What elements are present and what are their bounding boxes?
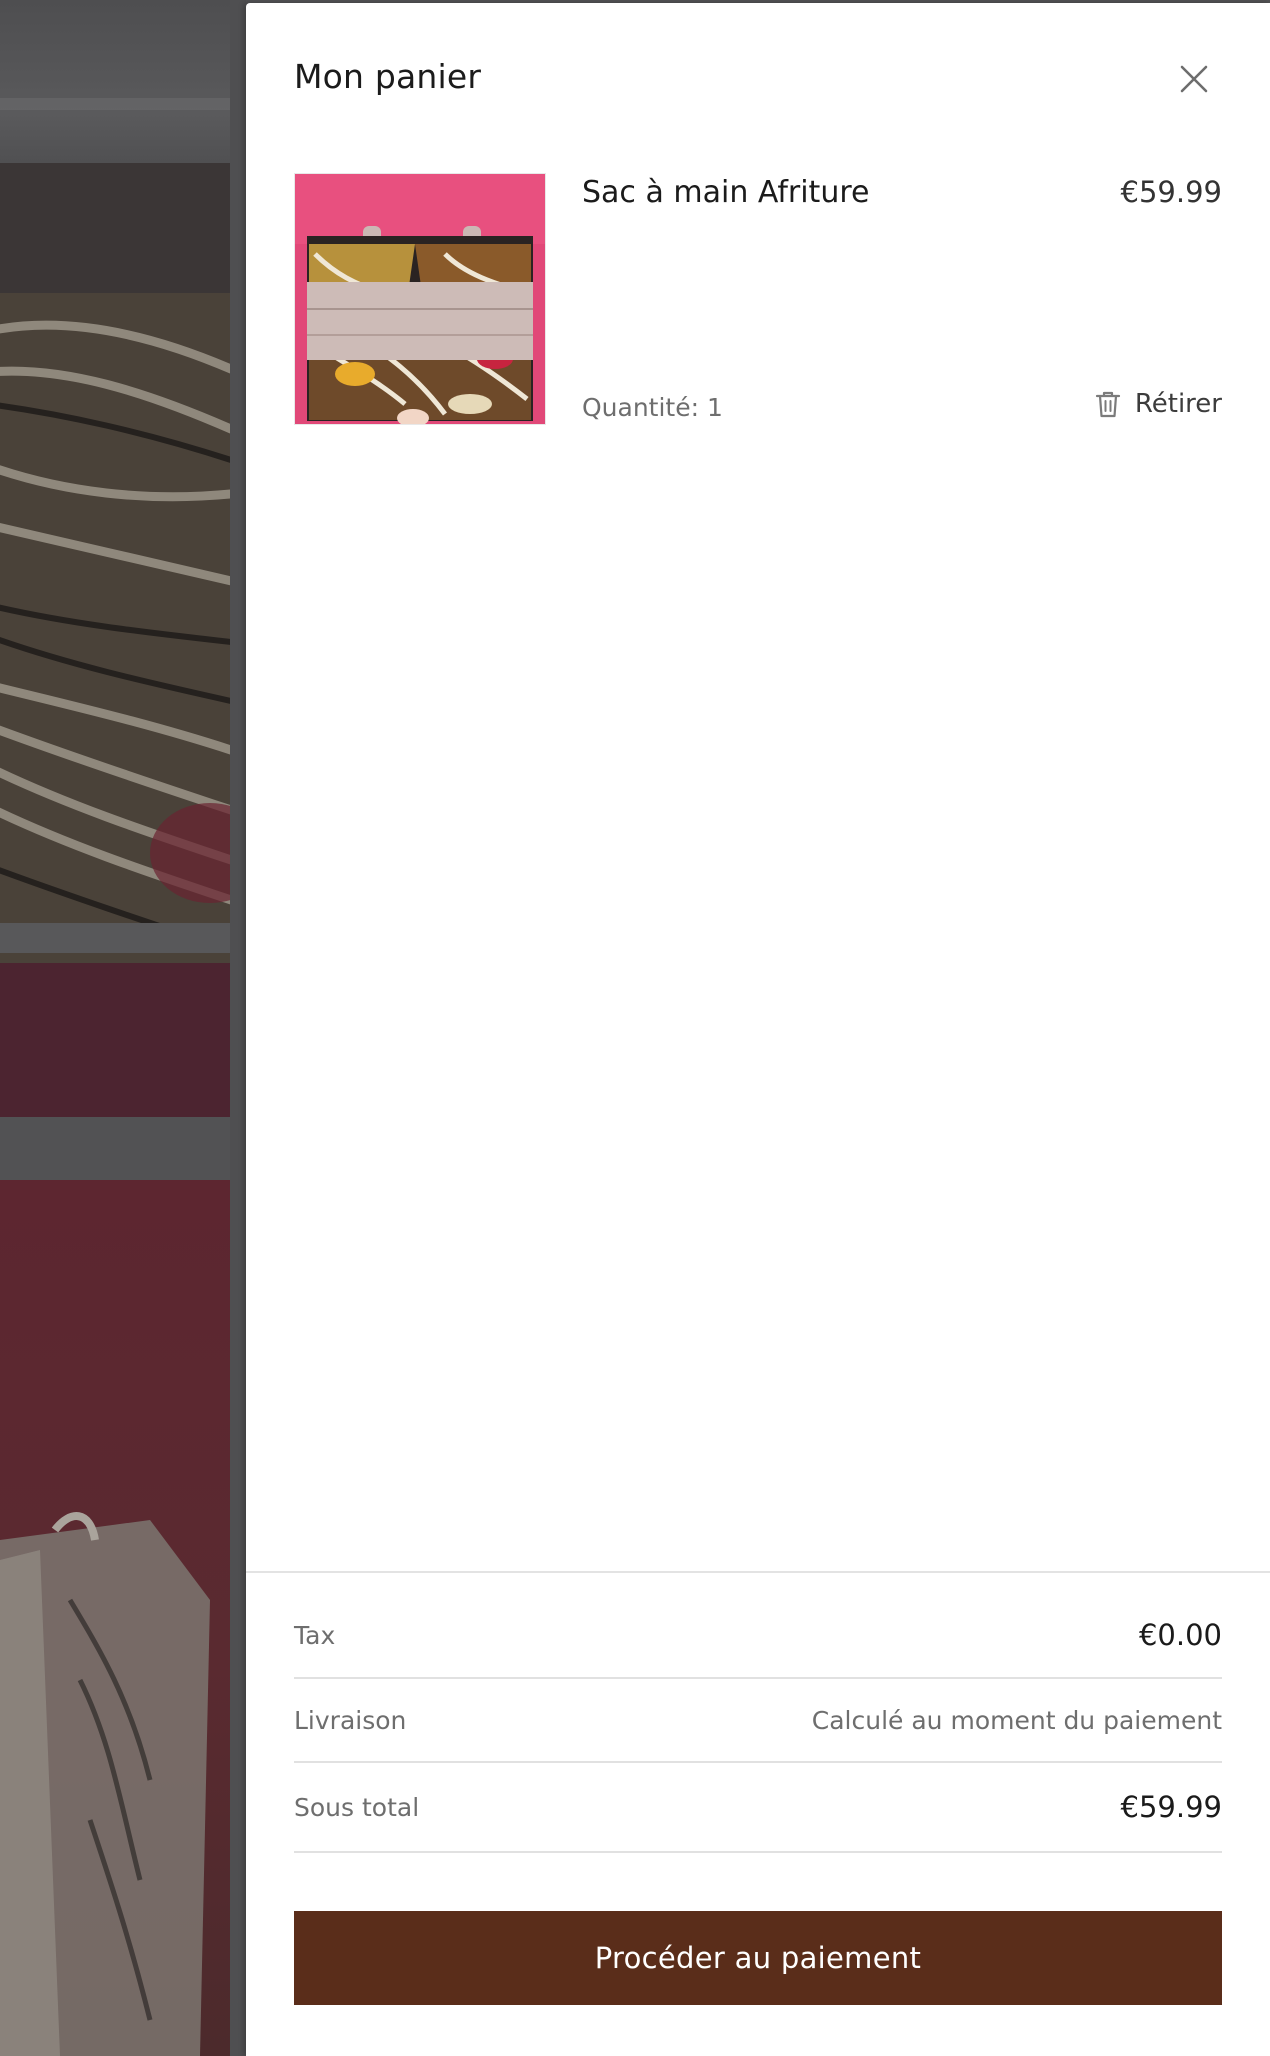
shipping-value: Calculé au moment du paiement bbox=[811, 1705, 1222, 1735]
summary-row-tax: Tax €0.00 bbox=[294, 1593, 1222, 1679]
product-quantity: Quantité: 1 bbox=[582, 393, 723, 422]
order-summary: Tax €0.00 Livraison Calculé au moment du… bbox=[246, 1571, 1270, 2005]
tax-value: €0.00 bbox=[1138, 1618, 1222, 1652]
subtotal-label: Sous total bbox=[294, 1792, 420, 1822]
remove-item-button[interactable]: Rétirer bbox=[1095, 389, 1222, 419]
handbag-illustration bbox=[0, 1512, 210, 2056]
product-photo bbox=[295, 174, 545, 424]
product-image[interactable] bbox=[294, 173, 546, 425]
background-product-image-2 bbox=[0, 1180, 230, 2056]
tax-label: Tax bbox=[294, 1620, 336, 1650]
cart-line-item: Sac à main Afriture €59.99 Quantité: 1 R… bbox=[294, 171, 1222, 427]
shipping-label: Livraison bbox=[294, 1705, 407, 1735]
close-icon bbox=[1180, 65, 1208, 93]
cart-title: Mon panier bbox=[294, 57, 482, 96]
background-product-image bbox=[0, 163, 230, 1117]
leaf-pattern-illustration bbox=[0, 163, 230, 1117]
trash-icon bbox=[1095, 391, 1120, 418]
cart-header: Mon panier bbox=[294, 53, 1222, 109]
remove-item-label: Rétirer bbox=[1134, 389, 1222, 419]
subtotal-value: €59.99 bbox=[1120, 1790, 1222, 1824]
product-name[interactable]: Sac à main Afriture bbox=[582, 175, 869, 210]
cart-drawer: Mon panier Sac à main Afriture €59.99 Qu… bbox=[246, 3, 1270, 2056]
background-gutter bbox=[230, 0, 246, 2056]
close-button[interactable] bbox=[1174, 59, 1214, 99]
background-header bbox=[0, 0, 246, 163]
summary-row-subtotal: Sous total €59.99 bbox=[294, 1763, 1222, 1853]
checkout-button[interactable]: Procéder au paiement bbox=[294, 1911, 1222, 2005]
summary-row-shipping: Livraison Calculé au moment du paiement bbox=[294, 1679, 1222, 1763]
product-price: €59.99 bbox=[1120, 175, 1222, 209]
